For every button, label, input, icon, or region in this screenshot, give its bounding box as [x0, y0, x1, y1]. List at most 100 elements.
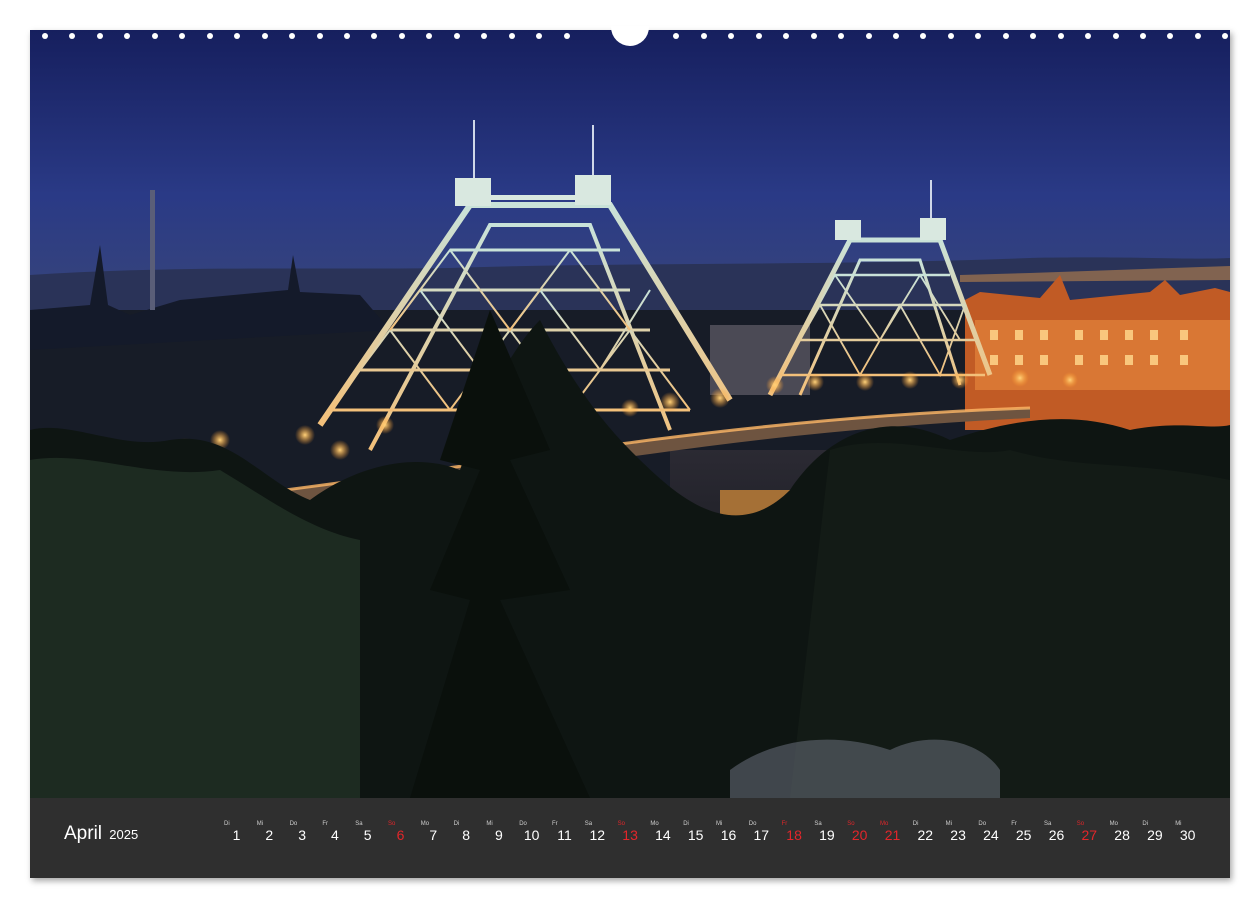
hanger-hole — [611, 26, 649, 46]
day-number: 28 — [1114, 827, 1130, 843]
binding-hole — [1194, 33, 1201, 39]
calendar-day: So 13 — [614, 820, 647, 860]
binding-hole — [1057, 33, 1064, 39]
binding-hole — [975, 33, 982, 39]
calendar-day: Sa 26 — [1040, 820, 1073, 860]
binding-hole — [96, 33, 103, 39]
binding-hole — [728, 33, 735, 39]
day-number: 7 — [429, 827, 438, 843]
binding-hole — [69, 33, 76, 39]
day-number: 9 — [494, 827, 503, 843]
binding-hole — [810, 33, 817, 39]
binding-hole — [673, 33, 680, 39]
day-number: 6 — [396, 827, 405, 843]
day-number: 13 — [622, 827, 638, 843]
binding-hole — [151, 33, 158, 39]
day-number: 30 — [1179, 827, 1196, 843]
binding-hole — [1002, 33, 1009, 39]
day-number: 5 — [363, 827, 372, 843]
calendar-day: Mo 7 — [417, 820, 450, 860]
calendar-day: Do 17 — [745, 820, 778, 860]
calendar-day: So 27 — [1073, 820, 1106, 860]
day-number: 21 — [884, 827, 901, 843]
binding-hole — [508, 33, 515, 39]
binding-hole — [1167, 33, 1174, 39]
day-number: 1 — [232, 827, 241, 843]
day-number: 20 — [851, 827, 868, 843]
day-number: 29 — [1147, 827, 1163, 843]
calendar-day: Mi 30 — [1171, 820, 1204, 860]
calendar-day: Di 15 — [679, 820, 712, 860]
calendar-day: Fr 11 — [548, 820, 581, 860]
binding-hole — [234, 33, 241, 39]
month-name: April — [64, 823, 103, 844]
day-number: 22 — [917, 827, 934, 843]
binding-hole — [206, 33, 213, 39]
calendar-page: April 2025 Di 1 Mi 2 Do 3 Fr 4 Sa 5 So 6 Mo 7 Di 8 Mi 9 Do… — [30, 30, 1230, 878]
calendar-day: Do 3 — [286, 820, 319, 860]
binding-hole — [481, 33, 488, 39]
calendar-day: Di 1 — [220, 820, 253, 860]
calendar-day: Do 24 — [974, 820, 1007, 860]
calendar-day: So 20 — [843, 820, 876, 860]
binding-hole — [124, 33, 131, 39]
binding-hole — [838, 33, 845, 39]
calendar-day: Mi 2 — [253, 820, 286, 860]
calendar-day: Do 10 — [515, 820, 548, 860]
day-number: 3 — [298, 827, 306, 843]
day-number: 16 — [720, 827, 737, 843]
day-number: 19 — [819, 827, 835, 843]
binding-hole — [1140, 33, 1146, 39]
calendar-day: Sa 19 — [810, 820, 843, 860]
day-number: 24 — [983, 827, 999, 843]
day-number: 26 — [1048, 827, 1065, 843]
binding-hole — [398, 33, 405, 39]
day-number: 15 — [687, 827, 704, 843]
calendar-footer: April 2025 Di 1 Mi 2 Do 3 Fr 4 Sa 5 So 6 Mo 7 Di 8 Mi 9 Do… — [30, 798, 1230, 878]
year-label: 2025 — [109, 827, 139, 842]
calendar-day: So 6 — [384, 820, 417, 860]
binding-hole — [1085, 33, 1092, 39]
binding-hole — [892, 33, 899, 39]
binding-hole — [755, 33, 762, 39]
day-number: 8 — [462, 827, 470, 843]
binding-hole — [261, 33, 268, 39]
day-number: 23 — [950, 827, 966, 843]
day-number: 27 — [1081, 827, 1098, 843]
calendar-day: Mi 9 — [482, 820, 515, 860]
binding-hole — [700, 33, 707, 39]
calendar-day: Di 22 — [909, 820, 942, 860]
day-number: 10 — [523, 827, 540, 843]
day-number: 25 — [1015, 827, 1032, 843]
binding-hole — [1112, 33, 1119, 39]
binding-hole — [371, 33, 378, 39]
binding-hole — [42, 33, 48, 39]
day-number: 2 — [265, 827, 274, 843]
calendar-day: Mo 28 — [1106, 820, 1139, 860]
binding-hole — [343, 33, 350, 39]
day-number: 17 — [753, 827, 770, 843]
binding-hole — [920, 33, 927, 39]
binding-hole — [865, 33, 872, 39]
binding-hole — [1030, 33, 1037, 39]
binding-hole — [783, 33, 790, 39]
calendar-day: Fr 25 — [1007, 820, 1040, 860]
night-bridge-photo — [30, 30, 1230, 798]
day-number: 11 — [557, 827, 572, 843]
binding-hole — [536, 33, 543, 39]
calendar-day: Mo 21 — [876, 820, 909, 860]
binding-hole — [947, 33, 954, 39]
spiral-binding — [30, 26, 1230, 46]
calendar-day: Mo 14 — [646, 820, 679, 860]
calendar-day: Fr 4 — [318, 820, 351, 860]
binding-hole — [1222, 33, 1229, 39]
binding-hole — [563, 33, 570, 39]
binding-hole — [316, 33, 323, 39]
binding-hole — [426, 33, 433, 39]
day-number: 4 — [330, 827, 339, 843]
calendar-day: Di 8 — [450, 820, 483, 860]
calendar-day: Fr 18 — [778, 820, 811, 860]
day-number: 14 — [655, 827, 671, 843]
calendar-day: Mi 16 — [712, 820, 745, 860]
calendar-day: Sa 12 — [581, 820, 614, 860]
